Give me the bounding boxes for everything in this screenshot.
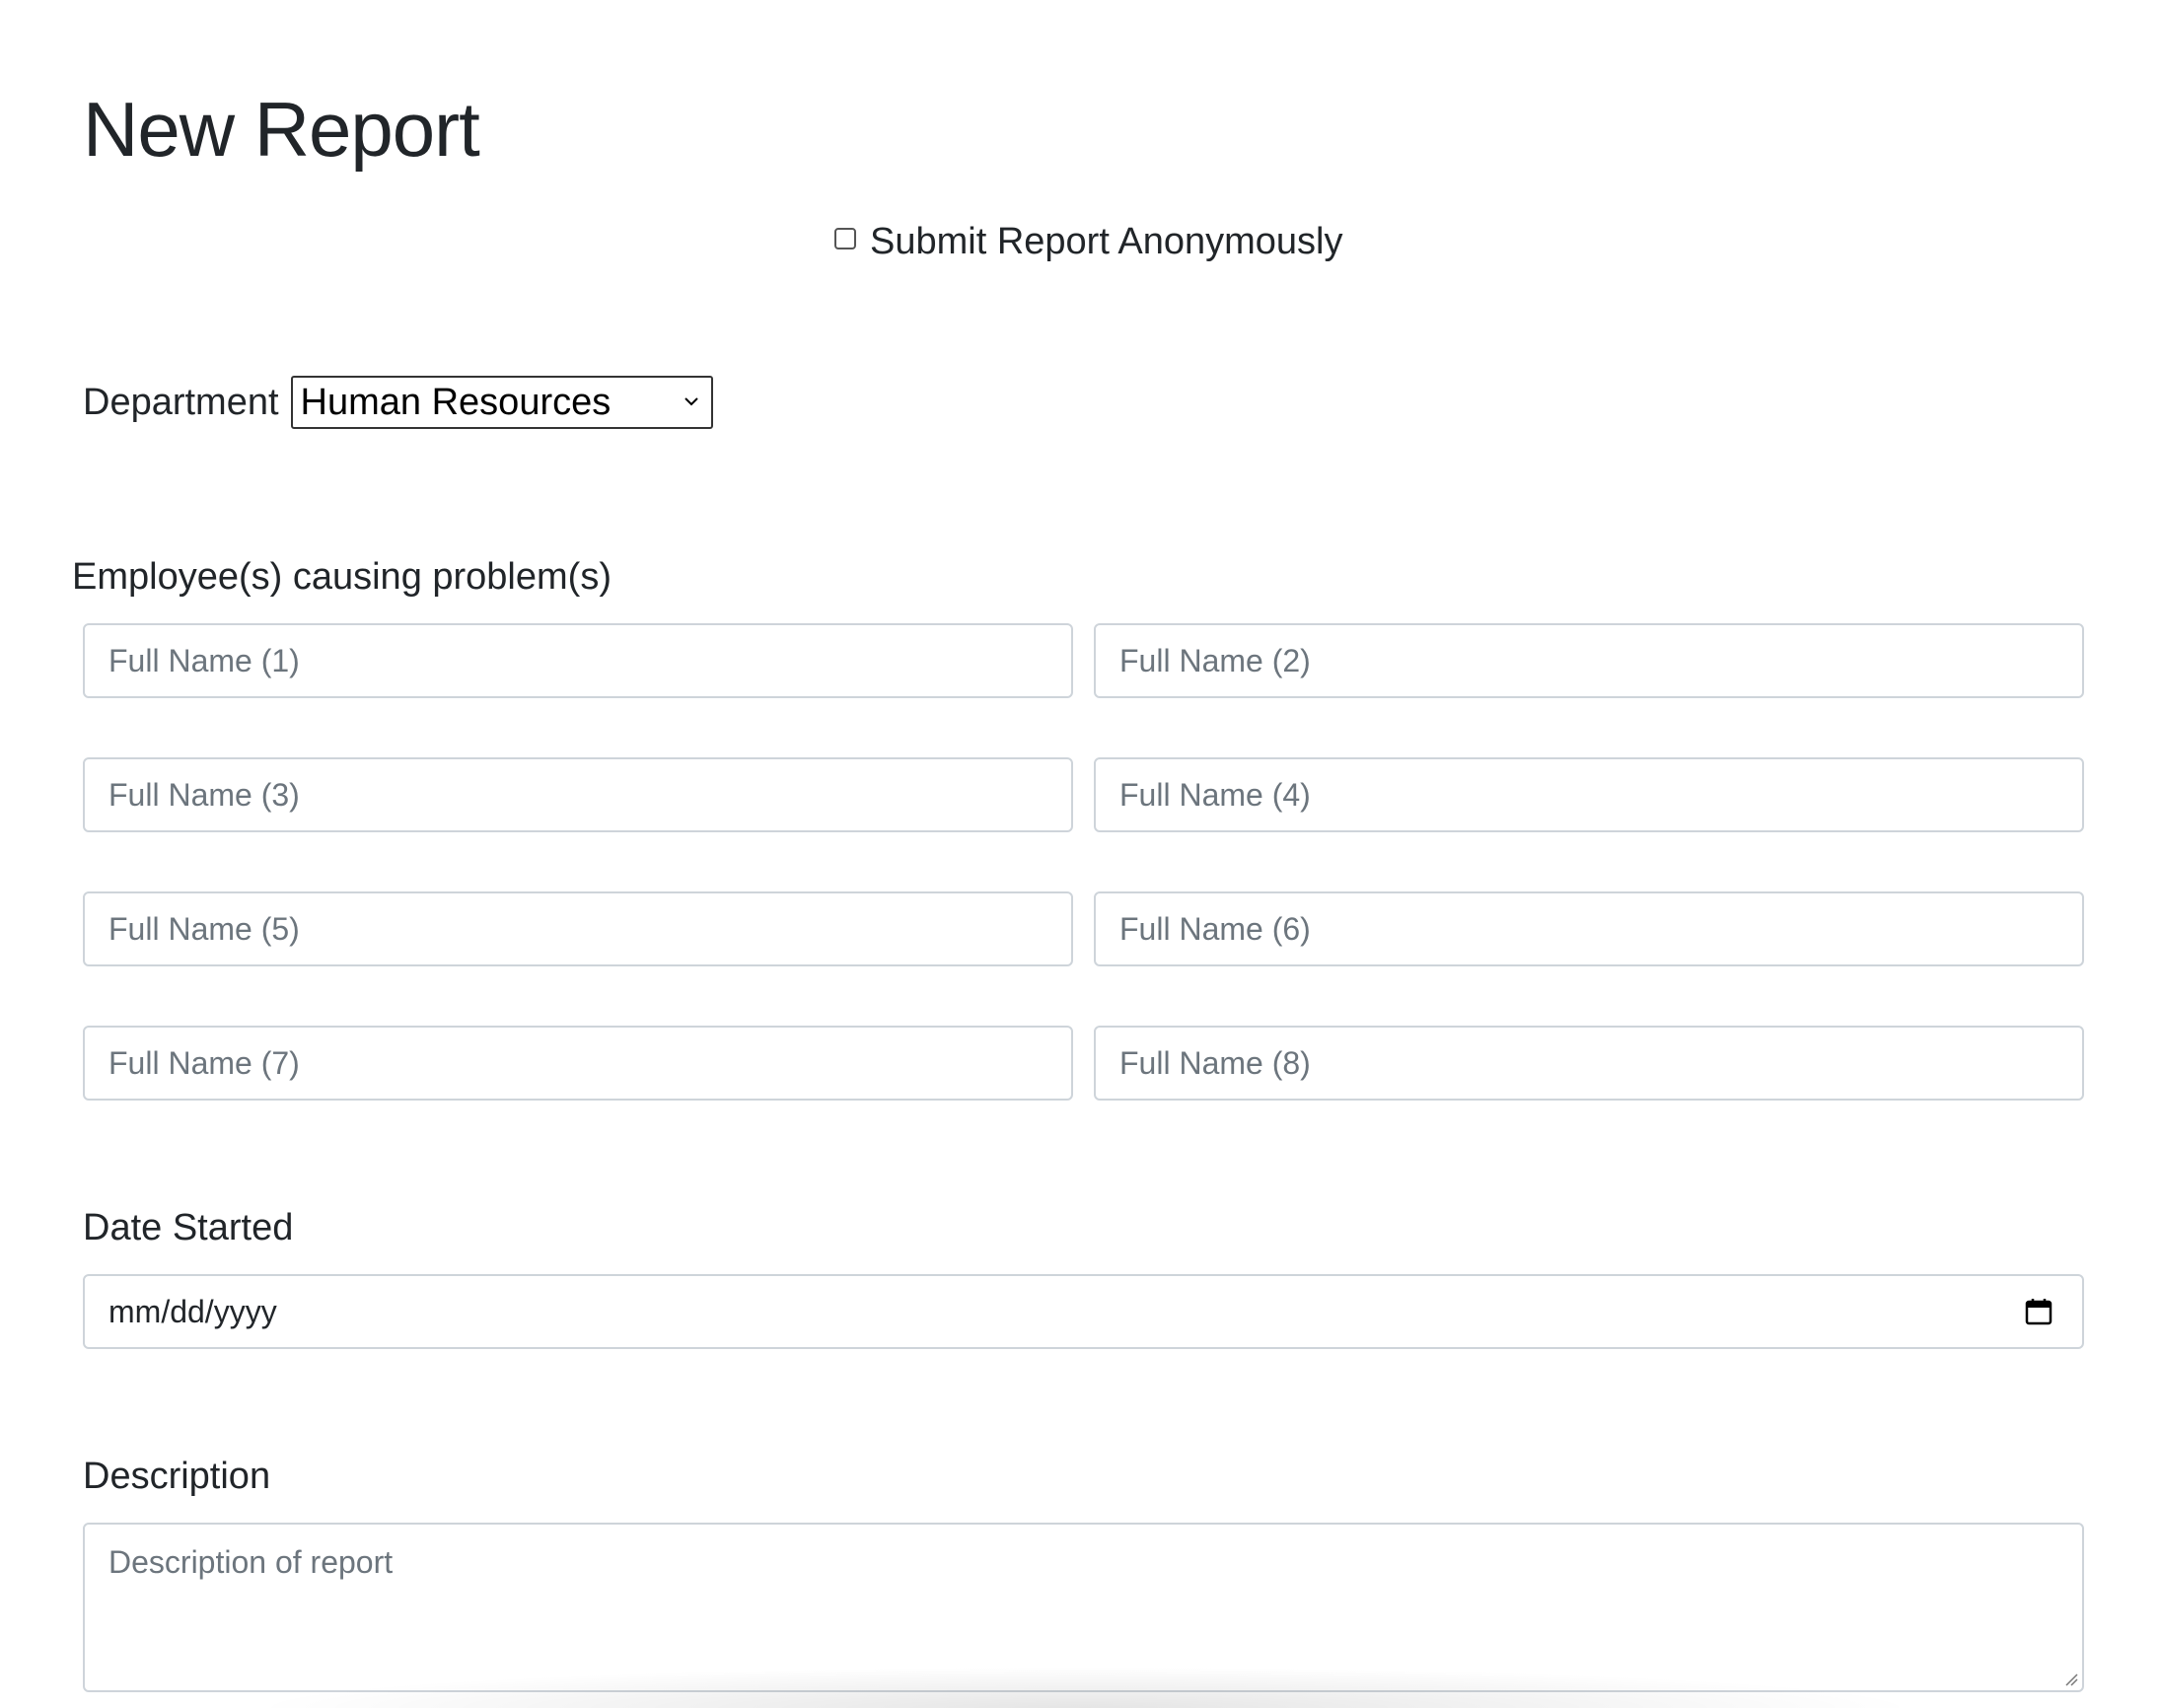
department-selected-value: Human Resources [300,381,612,423]
department-row: Department Human Resources [83,376,713,429]
full-name-6-input[interactable]: Full Name (6) [1094,891,2084,966]
department-select[interactable]: Human Resources [290,376,713,429]
anonymous-checkbox[interactable] [834,227,856,249]
employees-label: Employee(s) causing problem(s) [72,556,612,598]
chevron-down-icon [684,397,698,406]
new-report-page: New Report Submit Report Anonymously Dep… [0,0,2160,1708]
full-name-8-input[interactable]: Full Name (8) [1094,1026,2084,1101]
date-started-input[interactable]: mm/dd/yyyy [83,1274,2084,1349]
anonymous-label[interactable]: Submit Report Anonymously [870,221,1342,263]
full-name-7-input[interactable]: Full Name (7) [83,1026,1073,1101]
full-name-3-input[interactable]: Full Name (3) [83,757,1073,832]
full-name-1-input[interactable]: Full Name (1) [83,623,1073,698]
full-name-2-input[interactable]: Full Name (2) [1094,623,2084,698]
full-name-4-input[interactable]: Full Name (4) [1094,757,2084,832]
description-label: Description [83,1456,271,1497]
calendar-icon[interactable] [2025,1298,2052,1325]
anonymous-checkbox-group: Submit Report Anonymously [834,221,1342,263]
date-started-placeholder: mm/dd/yyyy [108,1293,277,1329]
page-title: New Report [83,86,480,173]
description-placeholder: Description of report [108,1544,394,1580]
department-label: Department [83,381,279,423]
description-textarea[interactable]: Description of report [83,1523,2084,1692]
date-started-label: Date Started [83,1207,294,1248]
resize-grip-icon[interactable] [2062,1671,2078,1686]
full-name-5-input[interactable]: Full Name (5) [83,891,1073,966]
